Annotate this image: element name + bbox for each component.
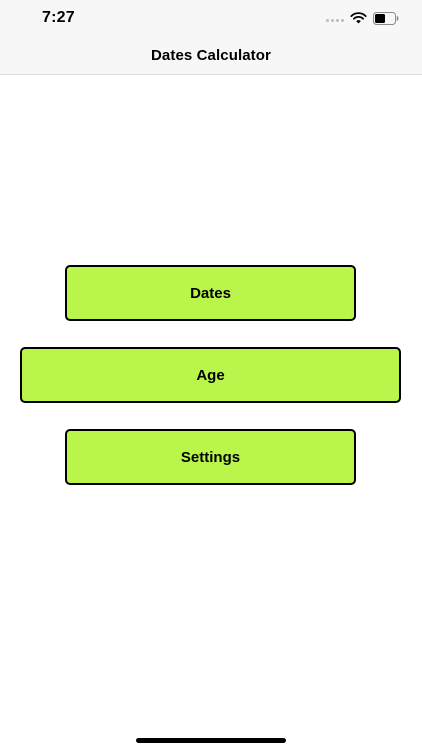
battery-icon <box>373 12 399 25</box>
settings-button[interactable]: Settings <box>65 429 356 485</box>
signal-dots-icon <box>326 19 344 22</box>
status-time: 7:27 <box>42 9 75 26</box>
dates-button[interactable]: Dates <box>65 265 356 321</box>
dates-button-label: Dates <box>190 284 231 302</box>
settings-button-label: Settings <box>180 448 241 466</box>
status-bar: 7:27 <box>0 0 422 38</box>
age-button-label: Age <box>196 366 225 384</box>
navigation-bar: Dates Calculator <box>0 38 422 75</box>
wifi-icon <box>350 12 367 24</box>
page-title: Dates Calculator <box>151 47 271 64</box>
age-button[interactable]: Age <box>20 347 401 403</box>
home-indicator[interactable] <box>136 738 286 743</box>
